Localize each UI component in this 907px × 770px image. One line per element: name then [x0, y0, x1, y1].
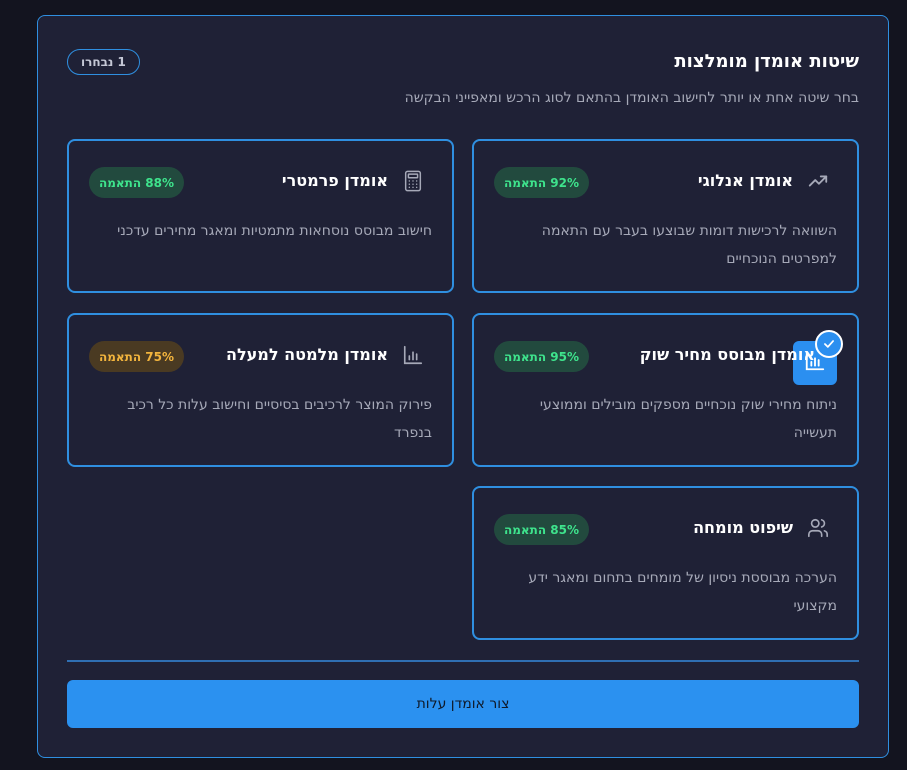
method-card-parametric[interactable]: אומדן פרמטרי 88% התאמה חישוב מבוסס נוסחא…	[67, 139, 454, 293]
method-description: השוואה לרכישות דומות שבוצעו בעבר עם התאמ…	[541, 223, 837, 267]
users-icon	[807, 517, 829, 539]
method-description: פירוק המוצר לרכיבים בסיסיים וחישוב עלות …	[127, 397, 432, 441]
method-card-header: שיפוט מומחה 85% התאמה	[494, 514, 837, 545]
method-title: אומדן פרמטרי	[281, 171, 388, 190]
method-card-header: אומדן אנלוגי 92% התאמה	[494, 167, 837, 198]
method-card-market-price[interactable]: אומדן מבוסס מחיר שוק 95% התאמה ניתוח מחי…	[472, 313, 859, 467]
method-card-header: אומדן פרמטרי 88% התאמה	[89, 167, 432, 198]
method-card-expert-judgment[interactable]: שיפוט מומחה 85% התאמה הערכה מבוססת ניסיו…	[472, 486, 859, 640]
panel-title: שיטות אומדן מומלצות	[674, 51, 859, 72]
calculator-icon	[402, 170, 424, 192]
method-title: שיפוט מומחה	[693, 518, 793, 537]
method-card-header: אומדן מלמטה למעלה 75% התאמה	[89, 341, 432, 372]
bar-chart-icon	[402, 344, 424, 366]
panel-subtitle: בחר שיטה אחת או יותר לחישוב האומדן בהתאם…	[404, 90, 859, 106]
method-title: אומדן אנלוגי	[697, 171, 793, 190]
estimation-methods-panel: שיטות אומדן מומלצות בחר שיטה אחת או יותר…	[37, 15, 889, 758]
trending-up-icon	[807, 170, 829, 192]
method-card-analog[interactable]: אומדן אנלוגי 92% התאמה השוואה לרכישות דו…	[472, 139, 859, 293]
create-estimate-button[interactable]: צור אומדן עלות	[67, 680, 859, 728]
method-title: אומדן מלמטה למעלה	[225, 345, 388, 364]
match-badge: 88% התאמה	[89, 167, 185, 198]
method-card-bottom-up[interactable]: אומדן מלמטה למעלה 75% התאמה פירוק המוצר …	[67, 313, 454, 467]
match-badge: 92% התאמה	[494, 167, 590, 198]
method-title: אומדן מבוסס מחיר שוק	[639, 345, 815, 364]
match-badge: 75% התאמה	[89, 341, 185, 372]
method-description: ניתוח מחירי שוק נוכחיים מספקים מובילים ו…	[539, 397, 837, 441]
divider	[67, 660, 859, 662]
match-badge: 95% התאמה	[494, 341, 590, 372]
method-description: הערכה מבוססת ניסיון של מומחים בתחום ומאג…	[528, 570, 837, 614]
method-description: חישוב מבוסס נוסחאות מתמטיות ומאגר מחירים…	[117, 223, 432, 239]
match-badge: 85% התאמה	[494, 514, 590, 545]
method-card-header: אומדן מבוסס מחיר שוק 95% התאמה	[494, 341, 837, 372]
selected-count-badge: 1 נבחרו	[67, 49, 140, 75]
